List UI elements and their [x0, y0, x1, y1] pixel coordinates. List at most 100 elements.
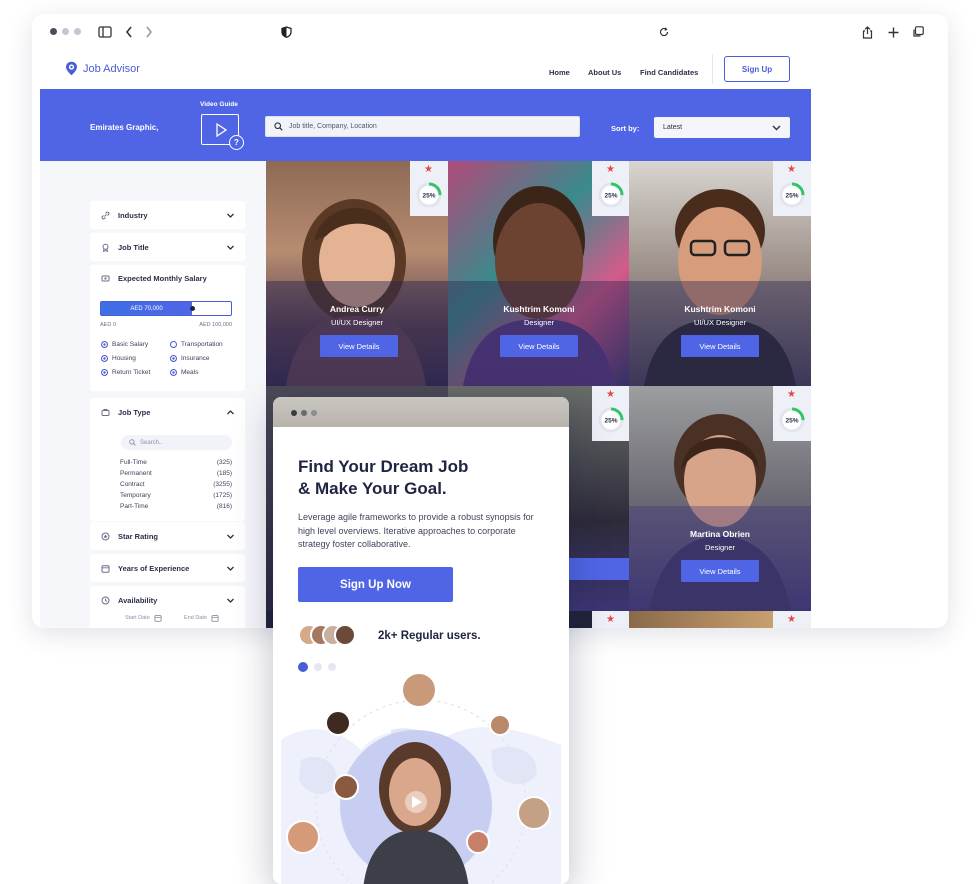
benefit-checkbox[interactable]: Insurance — [170, 355, 210, 362]
filter-availability-header[interactable]: Availability — [90, 586, 245, 614]
search-icon — [129, 439, 136, 446]
star-icon[interactable]: ★ — [424, 165, 433, 175]
filter-job-type: Job Type Search.. Full-Time (325) Permane… — [90, 398, 245, 521]
match-progress-ring: 25% — [598, 182, 624, 208]
new-tab-icon[interactable] — [884, 23, 902, 41]
match-percent: 25% — [422, 193, 435, 200]
salary-slider[interactable]: AED 70,000 — [100, 301, 232, 316]
end-date-placeholder: End Date — [184, 615, 207, 621]
filter-years-experience-label: Years of Experience — [118, 563, 190, 573]
job-type-item[interactable]: Temporary (1725) — [120, 492, 232, 499]
benefit-checkbox[interactable]: Meals — [170, 369, 198, 376]
benefit-checkbox[interactable]: Basic Salary — [101, 341, 148, 348]
benefit-checkbox[interactable]: Housing — [101, 355, 136, 362]
filter-salary-label: Expected Monthly Salary — [118, 274, 207, 283]
avatar — [333, 774, 359, 800]
calendar-icon — [211, 615, 219, 622]
job-type-item[interactable]: Part-Time (816) — [120, 503, 232, 510]
view-details-button[interactable]: View Details — [500, 335, 578, 357]
view-details-button[interactable]: View Details — [681, 560, 759, 582]
reload-icon[interactable] — [655, 23, 673, 41]
start-date-field[interactable]: Start Date — [125, 614, 162, 622]
star-icon[interactable]: ★ — [606, 615, 615, 625]
filter-job-title-label: Job Title — [118, 242, 149, 252]
match-percent: 25% — [604, 418, 617, 425]
phone-status-bar — [273, 397, 569, 427]
calendar-icon — [100, 563, 110, 573]
salary-slider-handle[interactable] — [190, 306, 195, 311]
sort-select[interactable]: Latest — [654, 117, 790, 138]
benefit-checkbox[interactable]: Return Ticket — [101, 369, 150, 376]
calendar-icon — [154, 615, 162, 622]
job-search-input[interactable]: Job title, Company, Location — [265, 116, 580, 137]
avatar — [517, 796, 551, 830]
chevron-down-icon — [227, 213, 234, 218]
benefit-label: Basic Salary — [112, 341, 149, 348]
logo[interactable]: Job Advisor — [65, 61, 140, 76]
view-details-button[interactable]: View Details — [681, 335, 759, 357]
star-icon[interactable]: ★ — [787, 165, 796, 175]
filter-job-type-header[interactable]: Job Type — [90, 398, 245, 426]
star-icon[interactable]: ★ — [606, 390, 615, 400]
nav-about-us[interactable]: About Us — [588, 68, 621, 77]
filter-salary: Expected Monthly Salary AED 70,000 AED 0… — [90, 265, 245, 391]
nav-home[interactable]: Home — [549, 68, 570, 77]
filter-sidebar: Industry Job Title Expected Monthly Sala… — [40, 161, 266, 628]
job-type-item[interactable]: Contract (3255) — [120, 481, 232, 488]
nav-find-candidates[interactable]: Find Candidates — [640, 68, 698, 77]
job-type-item[interactable]: Full-Time (325) — [120, 459, 232, 466]
filter-years-experience[interactable]: Years of Experience — [90, 554, 245, 582]
tabs-overview-icon[interactable] — [909, 23, 927, 41]
star-icon[interactable]: ★ — [606, 165, 615, 175]
filter-job-title[interactable]: Job Title — [90, 233, 245, 261]
view-details-button[interactable]: View Details — [320, 335, 398, 357]
user-avatars — [298, 624, 356, 648]
benefit-label: Return Ticket — [112, 369, 151, 376]
benefit-checkbox[interactable]: Transportation — [170, 341, 223, 348]
job-type-label: Temporary — [120, 492, 151, 499]
help-icon[interactable]: ? — [229, 135, 244, 150]
job-type-item[interactable]: Permanent (185) — [120, 470, 232, 477]
end-date-field[interactable]: End Date — [184, 614, 219, 622]
start-date-placeholder: Start Date — [125, 615, 150, 621]
sidebar-toggle-icon[interactable] — [96, 23, 114, 41]
sign-up-button[interactable]: Sign Up — [724, 56, 790, 82]
clock-icon — [100, 595, 110, 605]
avatar — [334, 624, 356, 646]
share-icon[interactable] — [858, 23, 876, 41]
match-progress-ring: 25% — [779, 182, 805, 208]
phone-window-dots — [291, 410, 317, 416]
hero-title-line-1: Find Your Dream Job — [298, 457, 469, 476]
filter-industry[interactable]: Industry — [90, 201, 245, 229]
match-badge: ★ 25% — [773, 386, 811, 441]
star-icon[interactable]: ★ — [787, 615, 796, 625]
candidate-card[interactable]: ★ 25% Kushtrim Komoni Designer View Detai… — [448, 161, 630, 386]
star-icon[interactable]: ★ — [787, 390, 796, 400]
match-percent: 25% — [604, 193, 617, 200]
filter-availability: Availability Start Date End Date — [90, 586, 245, 628]
candidate-card[interactable]: ★ 25% Kushtrim Komoni UI/UX Designer View… — [629, 161, 811, 386]
candidate-card[interactable]: ★ 25% Martina Obrien Designer View Detail… — [629, 386, 811, 611]
sign-up-now-button[interactable]: Sign Up Now — [298, 567, 453, 602]
candidate-role: UI/UX Designer — [693, 318, 747, 327]
candidate-card[interactable] — [629, 611, 773, 628]
shield-icon[interactable] — [277, 23, 295, 41]
window-controls[interactable] — [50, 28, 81, 35]
candidate-name: Kushtrim Komoni — [503, 304, 575, 314]
filter-job-type-label: Job Type — [118, 407, 151, 417]
avatar — [286, 820, 320, 854]
benefit-label: Meals — [181, 369, 199, 376]
back-icon[interactable] — [120, 23, 138, 41]
candidate-role: Designer — [523, 318, 554, 327]
job-type-search-input[interactable]: Search.. — [121, 435, 232, 450]
match-progress-ring: 25% — [779, 407, 805, 433]
forward-icon[interactable] — [140, 23, 158, 41]
job-type-label: Part-Time — [120, 503, 149, 510]
candidate-role: Designer — [704, 543, 735, 552]
search-placeholder: Job title, Company, Location — [289, 123, 377, 130]
filter-star-rating[interactable]: Star Rating — [90, 522, 245, 550]
candidate-card[interactable]: ★ 25% Andrea Curry UI/UX Designer View De… — [266, 161, 448, 386]
filter-star-rating-label: Star Rating — [118, 531, 159, 541]
avatar — [401, 672, 437, 708]
match-badge: ★ 25% — [592, 386, 630, 441]
